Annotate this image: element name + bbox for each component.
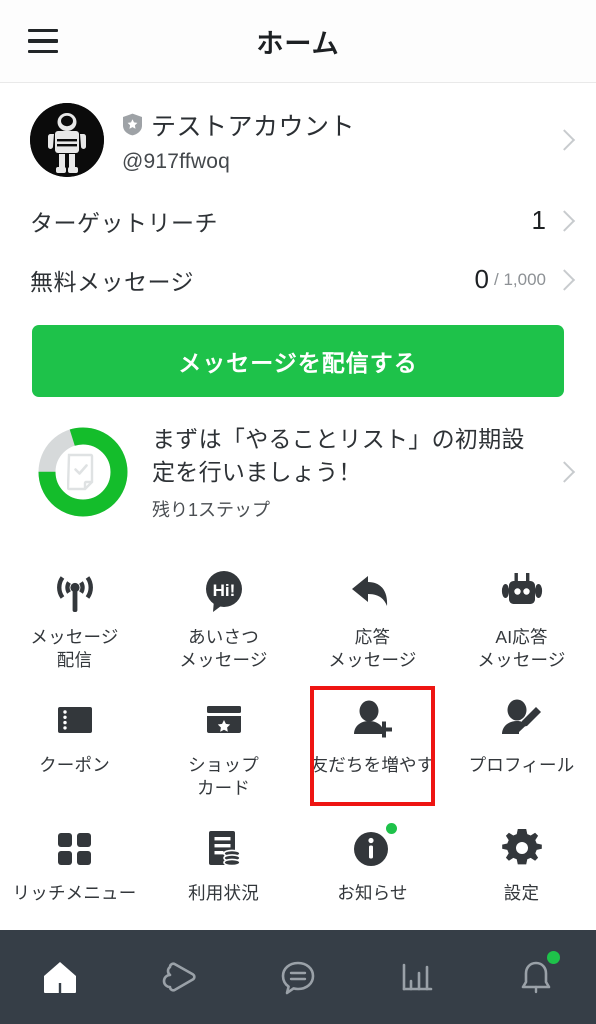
add-friend-icon (347, 694, 399, 746)
stat-value: 1 (531, 205, 546, 235)
todo-remaining-steps: 残り1ステップ (152, 499, 271, 520)
coupon-ticket-icon (49, 694, 101, 746)
checklist-document-icon (67, 454, 94, 491)
app-header: ホーム (0, 0, 596, 83)
grid-item-label: クーポン (39, 754, 110, 775)
stat-row-free-messages[interactable]: 無料メッセージ 0 / 1,000 (0, 250, 596, 309)
grid-item-profile[interactable]: プロフィール (447, 680, 596, 808)
gear-icon (496, 822, 548, 874)
grid-item-rich-menu[interactable]: リッチメニュー (0, 808, 149, 913)
stat-label: ターゲットリーチ (30, 209, 218, 236)
app-root: ホーム テストアカウント @917ffwoq ターゲットリーチ 1 無料メッセー… (0, 0, 596, 1024)
progress-ring (36, 425, 130, 519)
grid-item-label: 設定 (503, 883, 540, 904)
grid-item-label: お知らせ (337, 883, 408, 904)
grid-item-label: ショップ カード (188, 754, 259, 798)
chevron-right-icon (556, 458, 572, 486)
grid-item-notices[interactable]: お知らせ (298, 808, 447, 913)
account-handle: @917ffwoq (122, 149, 230, 173)
account-text: テストアカウント @917ffwoq (122, 107, 546, 174)
verified-shield-icon (123, 113, 142, 136)
grid-item-label: 利用状況 (188, 883, 259, 904)
astronaut-avatar (30, 103, 104, 177)
grid-item-usage-status[interactable]: 利用状況 (149, 808, 298, 913)
chat-bubble-icon (281, 961, 315, 995)
rich-menu-grid-icon (49, 822, 101, 874)
feature-grid-row: クーポン ショップ カード 友だちを増やす プロフィール (0, 680, 596, 808)
grid-item-add-friends[interactable]: 友だちを増やす (298, 680, 447, 808)
grid-item-auto-reply-message[interactable]: 応答 メッセージ (298, 552, 447, 680)
grid-item-label: AI応答 メッセージ (477, 626, 566, 670)
page-body: テストアカウント @917ffwoq ターゲットリーチ 1 無料メッセージ 0 … (0, 83, 596, 930)
chevron-right-icon (556, 207, 572, 235)
grid-item-label: 応答 メッセージ (328, 626, 417, 670)
chart-bar-icon (402, 963, 433, 991)
grid-item-label: あいさつ メッセージ (179, 626, 268, 670)
greeting-hi-bubble-icon: Hi! (198, 566, 250, 618)
profile-edit-icon (496, 694, 548, 746)
stat-label: 無料メッセージ (30, 268, 195, 295)
nav-item-home[interactable] (0, 930, 119, 1024)
grid-item-coupon[interactable]: クーポン (0, 680, 149, 808)
page-title: ホーム (256, 28, 340, 59)
account-name-line: テストアカウント (122, 107, 546, 143)
account-row[interactable]: テストアカウント @917ffwoq (0, 83, 596, 191)
reply-arrow-icon (347, 566, 399, 618)
grid-item-label: メッセージ 配信 (30, 626, 119, 670)
grid-item-settings[interactable]: 設定 (447, 808, 596, 913)
feature-grid: メッセージ 配信 Hi! あいさつ メッセージ 応答 メッセージ AI応答 メッ… (0, 546, 596, 913)
cta-wrapper: メッセージを配信する (0, 309, 596, 397)
stat-value: 0 (474, 264, 489, 294)
todo-title: まずは「やることリスト」の初期設定を行いましょう！ (152, 426, 525, 486)
feature-grid-row: メッセージ 配信 Hi! あいさつ メッセージ 応答 メッセージ AI応答 メッ… (0, 552, 596, 680)
chevron-right-icon (556, 126, 572, 154)
status-badge (385, 823, 397, 835)
grid-item-greeting-message[interactable]: Hi! あいさつ メッセージ (149, 552, 298, 680)
nav-item-notifications[interactable] (477, 930, 596, 1024)
grid-item-label: プロフィール (468, 754, 575, 775)
broadcast-icon (49, 566, 101, 618)
send-message-button[interactable]: メッセージを配信する (32, 325, 564, 397)
stat-value-limit: / 1,000 (494, 269, 546, 289)
todo-text: まずは「やることリスト」の初期設定を行いましょう！ 残り1ステップ (152, 423, 546, 522)
grid-item-shop-card[interactable]: ショップ カード (149, 680, 298, 808)
svg-text:Hi!: Hi! (212, 581, 235, 600)
hamburger-line (28, 39, 58, 43)
stat-row-target-reach[interactable]: ターゲットリーチ 1 (0, 191, 596, 250)
hamburger-line (28, 49, 58, 53)
bottom-navigation-bar (0, 930, 596, 1024)
grid-item-label: リッチメニュー (12, 883, 137, 904)
info-circle-icon (347, 822, 399, 874)
nav-item-insights[interactable] (358, 930, 477, 1024)
robot-icon (496, 566, 548, 618)
notification-badge (547, 950, 561, 964)
nav-item-voom[interactable] (119, 930, 238, 1024)
hamburger-line (28, 29, 58, 33)
usage-document-coins-icon (198, 822, 250, 874)
grid-item-ai-reply-message[interactable]: AI応答 メッセージ (447, 552, 596, 680)
grid-item-message-broadcast[interactable]: メッセージ 配信 (0, 552, 149, 680)
chevron-right-icon (556, 266, 572, 294)
voom-play-icon (162, 962, 196, 992)
grid-item-label: 友だちを増やす (310, 754, 435, 775)
home-icon (43, 962, 76, 993)
hamburger-menu-icon[interactable] (28, 29, 58, 53)
nav-item-chat[interactable] (238, 930, 357, 1024)
shop-card-icon (198, 694, 250, 746)
todo-list-card[interactable]: まずは「やることリスト」の初期設定を行いましょう！ 残り1ステップ (0, 397, 596, 546)
feature-grid-row: リッチメニュー 利用状況 お知らせ 設定 (0, 808, 596, 913)
account-name: テストアカウント (151, 112, 356, 141)
